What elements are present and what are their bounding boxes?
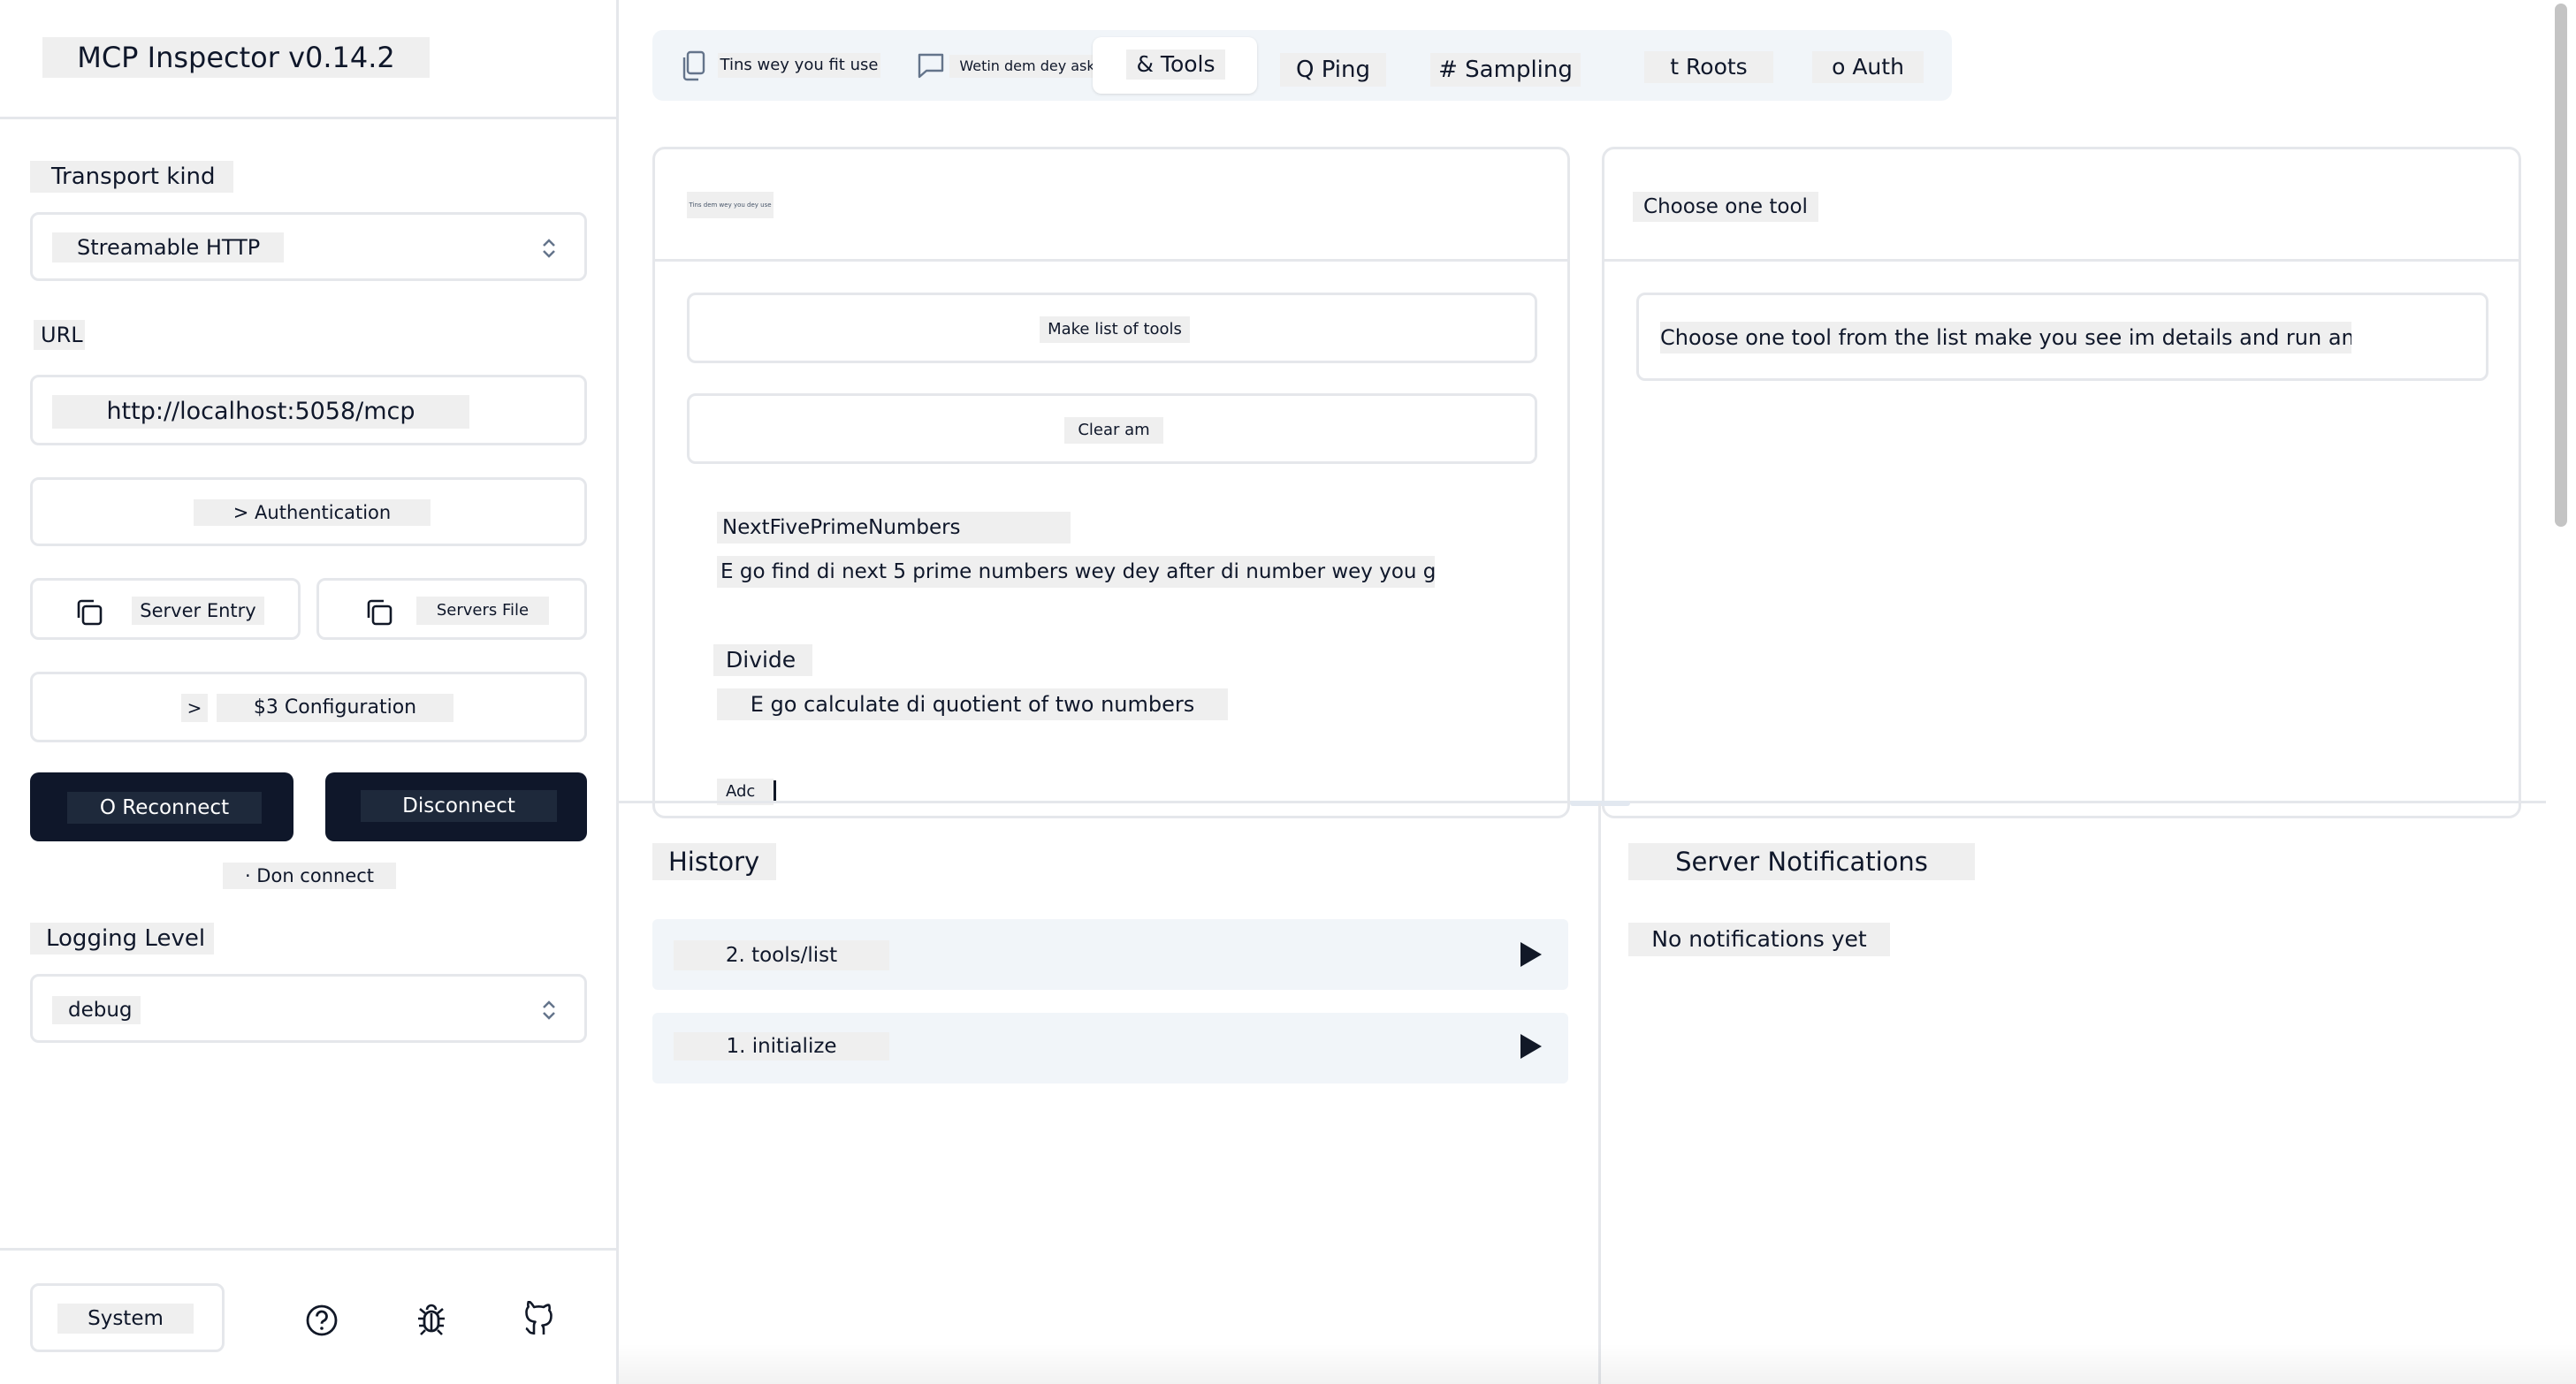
tool-list-item[interactable]: Divide E go calculate di quotient of two…	[713, 644, 1513, 733]
history-title: History	[652, 843, 776, 880]
tab-tools[interactable]: & Tools	[1093, 37, 1257, 94]
history-item-label: 1. initialize	[674, 1032, 889, 1061]
tab-sampling[interactable]: # Sampling	[1430, 37, 1581, 94]
vertical-divider	[1598, 803, 1601, 1384]
select-chevron-icon	[540, 998, 558, 1023]
github-icon[interactable]	[522, 1301, 557, 1338]
authentication-label: > Authentication	[194, 499, 431, 526]
copy-icon	[363, 597, 395, 628]
chevron-right-icon: >	[181, 694, 208, 722]
url-input-value: http://localhost:5058/mcp	[52, 395, 469, 429]
tools-panel: Tins dem wey you dey use Make list of to…	[652, 147, 1570, 818]
url-label: URL	[34, 320, 85, 350]
logging-level-select[interactable]: debug	[30, 974, 587, 1043]
tab-sampling-label: # Sampling	[1430, 53, 1581, 87]
scrollbar-thumb[interactable]	[2555, 4, 2567, 527]
notifications-title: Server Notifications	[1628, 843, 1975, 880]
file-icon	[679, 49, 709, 81]
transport-label: Transport kind	[30, 161, 233, 193]
sidebar: MCP Inspector v0.14.2 Transport kind Str…	[0, 0, 619, 1384]
tab-ping[interactable]: Q Ping	[1277, 37, 1391, 94]
history-item[interactable]: 1. initialize	[652, 1013, 1568, 1084]
clear-tools-button[interactable]: Clear am	[687, 393, 1537, 464]
server-entry-button[interactable]: Server Entry	[30, 578, 301, 640]
reconnect-button[interactable]: O Reconnect	[30, 772, 293, 841]
tools-panel-header: Tins dem wey you dey use	[687, 192, 774, 218]
connection-status: · Don connect	[223, 863, 396, 889]
tool-name: NextFivePrimeNumbers	[717, 512, 1071, 544]
tool-list-item[interactable]: NextFivePrimeNumbers E go find di next 5…	[717, 512, 1513, 600]
configuration-label: $3 Configuration	[217, 694, 453, 722]
theme-label: System	[57, 1304, 194, 1334]
theme-select[interactable]: System	[30, 1283, 225, 1352]
tool-detail-header: Choose one tool	[1633, 192, 1818, 222]
list-tools-label: Make list of tools	[1040, 316, 1190, 343]
tab-tools-label: & Tools	[1126, 49, 1225, 80]
bug-icon[interactable]	[414, 1301, 449, 1338]
sidebar-footer-divider	[0, 1248, 619, 1251]
servers-file-button[interactable]: Servers File	[316, 578, 587, 640]
clear-tools-label: Clear am	[1064, 417, 1163, 444]
tab-auth-label: o Auth	[1812, 51, 1924, 83]
history-item[interactable]: 2. tools/list	[652, 919, 1568, 990]
tab-auth[interactable]: o Auth	[1810, 37, 1925, 94]
tab-prompts-label: Wetin dem dey ask	[949, 55, 1105, 78]
tool-description: E go find di next 5 prime numbers wey de…	[717, 556, 1435, 588]
logging-level-label: Logging Level	[30, 923, 214, 954]
transport-select[interactable]: Streamable HTTP	[30, 212, 587, 281]
url-input[interactable]: http://localhost:5058/mcp	[30, 375, 587, 445]
servers-file-label: Servers File	[416, 597, 549, 625]
tool-detail-divider	[1604, 259, 2519, 262]
app-title: MCP Inspector v0.14.2	[42, 37, 430, 78]
history-item-label: 2. tools/list	[674, 940, 889, 970]
tools-panel-divider	[655, 259, 1567, 262]
configuration-toggle[interactable]: > $3 Configuration	[30, 672, 587, 742]
tool-detail-message-box: Choose one tool from the list make you s…	[1636, 293, 2488, 381]
logging-level-value: debug	[52, 996, 141, 1024]
notifications-empty: No notifications yet	[1628, 923, 1890, 956]
tab-roots-label: t Roots	[1644, 51, 1773, 83]
server-entry-label: Server Entry	[132, 597, 264, 625]
list-tools-button[interactable]: Make list of tools	[687, 293, 1537, 363]
help-icon[interactable]	[304, 1303, 339, 1338]
sidebar-divider	[0, 117, 619, 119]
tab-resources[interactable]: Tins wey you fit use	[675, 37, 888, 94]
tool-description: E go calculate di quotient of two number…	[717, 688, 1228, 720]
tool-detail-message: Choose one tool from the list make you s…	[1660, 322, 2351, 354]
tab-prompts[interactable]: Wetin dem dey ask	[912, 37, 1112, 94]
transport-select-value: Streamable HTTP	[52, 232, 284, 262]
play-icon	[1520, 942, 1542, 967]
tab-roots[interactable]: t Roots	[1642, 37, 1775, 94]
bottom-shade	[619, 1343, 2576, 1384]
select-chevron-icon	[540, 236, 558, 261]
authentication-toggle[interactable]: > Authentication	[30, 477, 587, 546]
tab-resources-label: Tins wey you fit use	[718, 53, 880, 78]
tool-name: Divide	[713, 644, 812, 676]
reconnect-label: O Reconnect	[67, 792, 262, 824]
message-icon	[916, 51, 946, 80]
tab-ping-label: Q Ping	[1280, 53, 1386, 87]
copy-icon	[73, 597, 105, 628]
tab-bar: Tins wey you fit use Wetin dem dey ask &…	[652, 30, 1952, 101]
disconnect-button[interactable]: Disconnect	[325, 772, 587, 841]
play-icon	[1520, 1034, 1542, 1059]
tool-detail-panel: Choose one tool Choose one tool from the…	[1602, 147, 2521, 818]
disconnect-label: Disconnect	[361, 790, 557, 822]
